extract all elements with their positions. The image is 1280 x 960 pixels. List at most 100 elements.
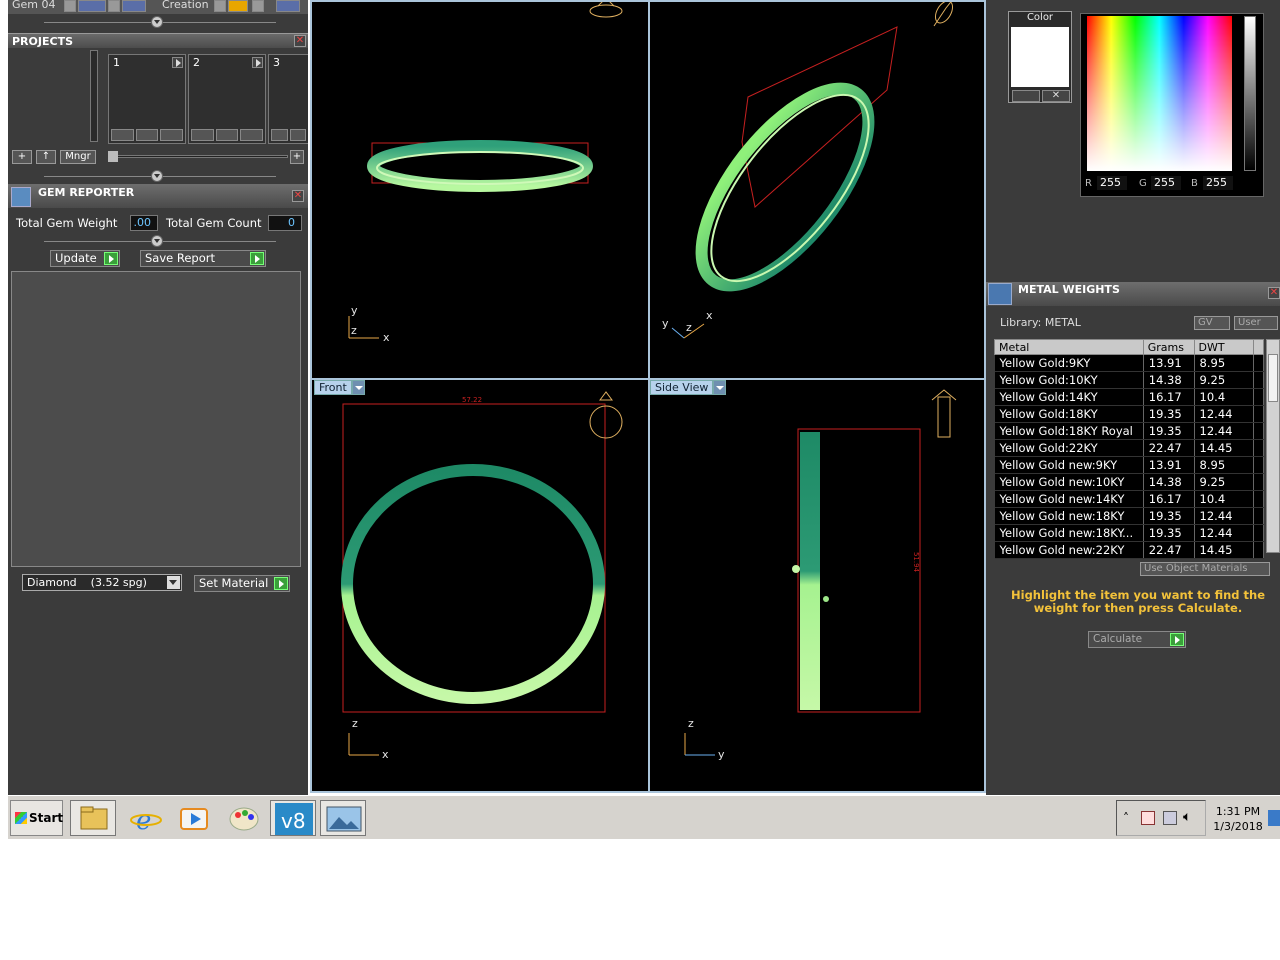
collapse-toggle[interactable] <box>151 235 163 247</box>
table-row[interactable]: Yellow Gold:22KY 22.47 14.45 <box>994 439 1264 457</box>
update-button[interactable]: Update <box>50 250 120 267</box>
delete-icon[interactable] <box>160 129 184 141</box>
viewport-divider[interactable] <box>648 2 650 793</box>
media-player-icon[interactable] <box>170 800 216 836</box>
save-report-button[interactable]: Save Report <box>140 250 266 267</box>
paint-icon[interactable] <box>220 800 266 836</box>
mngr-button[interactable]: Mngr <box>60 150 96 164</box>
zoom-in-button[interactable]: + <box>290 150 304 164</box>
hue-saturation-field[interactable] <box>1087 16 1232 171</box>
project-card-2[interactable]: 2 <box>188 54 266 144</box>
ring-model[interactable] <box>800 432 820 710</box>
brightness-slider[interactable] <box>1244 16 1256 171</box>
side-viewport[interactable] <box>684 389 957 756</box>
creation-info-button[interactable] <box>276 0 300 12</box>
projects-scrollbar[interactable] <box>90 50 98 142</box>
color-picker-icon[interactable] <box>1012 90 1040 102</box>
close-icon[interactable]: ✕ <box>294 35 306 47</box>
gem-info-button[interactable] <box>122 0 146 12</box>
file-explorer-icon[interactable] <box>70 800 116 836</box>
tab-side-view[interactable]: Side View <box>650 380 727 395</box>
tab-front[interactable]: Front <box>314 380 365 395</box>
play-icon[interactable] <box>172 57 183 68</box>
photo-viewer-icon[interactable] <box>320 800 366 836</box>
grams-cell: 14.38 <box>1143 473 1195 491</box>
color-spectrum[interactable]: R 255 G 255 B 255 <box>1080 13 1264 197</box>
top-left-viewport[interactable] <box>348 2 623 339</box>
table-row[interactable]: Yellow Gold:18KY Royal 19.35 12.44 <box>994 422 1264 440</box>
creation-slot-button[interactable] <box>228 0 248 12</box>
gem-lock-button[interactable] <box>108 0 120 12</box>
project-card-1[interactable]: 1 <box>108 54 186 144</box>
up-icon[interactable] <box>191 129 214 141</box>
table-row[interactable]: Yellow Gold new:9KY 13.91 8.95 <box>994 456 1264 474</box>
calculate-label: Calculate <box>1093 633 1143 645</box>
grams-cell: 22.47 <box>1143 541 1195 559</box>
column-header-dwt[interactable]: DWT <box>1193 339 1255 355</box>
creation-lock-button[interactable] <box>252 0 264 12</box>
creation-arrow-button[interactable] <box>214 0 226 12</box>
volume-icon[interactable]: 🔈︎ <box>1183 809 1191 825</box>
clock[interactable]: 1:31 PM 1/3/2018 <box>1208 804 1268 834</box>
collapse-toggle[interactable] <box>151 16 163 28</box>
clear-color-icon[interactable]: ✕ <box>1042 90 1070 102</box>
scrollbar-thumb[interactable] <box>1268 354 1278 402</box>
network-icon[interactable] <box>1163 811 1177 825</box>
close-icon[interactable]: ✕ <box>1268 287 1280 299</box>
up-icon[interactable] <box>111 129 134 141</box>
column-header-spacer <box>1253 339 1264 355</box>
upload-project-button[interactable]: ↑ <box>36 150 56 164</box>
material-select[interactable]: Diamond (3.52 spg) <box>22 574 182 591</box>
gem-slot-button[interactable] <box>78 0 106 12</box>
top-right-viewport[interactable] <box>671 2 956 339</box>
add-project-button[interactable]: + <box>12 150 32 164</box>
delete-icon[interactable] <box>240 129 264 141</box>
calculate-button[interactable]: Calculate <box>1088 631 1186 648</box>
r-value[interactable]: 255 <box>1097 176 1127 190</box>
start-button[interactable]: Start <box>10 800 63 836</box>
save-icon[interactable] <box>289 129 306 141</box>
gem-arrow-button[interactable] <box>64 0 76 12</box>
play-icon[interactable] <box>252 57 263 68</box>
viewport-divider[interactable] <box>312 378 986 380</box>
ring-model[interactable] <box>671 62 898 312</box>
collapse-toggle[interactable] <box>151 170 163 182</box>
table-row[interactable]: Yellow Gold:18KY 19.35 12.44 <box>994 405 1264 423</box>
use-object-materials-toggle[interactable]: Use Object Materials <box>1140 562 1270 576</box>
table-row[interactable]: Yellow Gold new:18KY 19.35 12.44 <box>994 507 1264 525</box>
user-toggle[interactable]: User <box>1234 316 1278 330</box>
g-value[interactable]: 255 <box>1151 176 1181 190</box>
table-row[interactable]: Yellow Gold new:10KY 14.38 9.25 <box>994 473 1264 491</box>
internet-explorer-icon[interactable]: e <box>122 800 168 836</box>
save-icon[interactable] <box>215 129 239 141</box>
projects-slider-thumb[interactable] <box>108 151 118 162</box>
chevron-down-icon[interactable] <box>351 380 365 395</box>
color-swatch[interactable] <box>1011 27 1069 87</box>
chevron-down-icon[interactable] <box>167 576 180 589</box>
front-viewport[interactable] <box>341 391 623 756</box>
table-row[interactable]: Yellow Gold:14KY 16.17 10.4 <box>994 388 1264 406</box>
show-desktop-button[interactable] <box>1268 810 1280 826</box>
table-row[interactable]: Yellow Gold new:22KY 22.47 14.45 <box>994 541 1264 559</box>
b-value[interactable]: 255 <box>1203 176 1233 190</box>
gv-toggle[interactable]: GV <box>1194 316 1230 330</box>
chevron-down-icon[interactable] <box>713 380 727 395</box>
metal-table-scrollbar[interactable] <box>1266 339 1280 553</box>
table-row[interactable]: Yellow Gold:9KY 13.91 8.95 <box>994 354 1264 372</box>
close-icon[interactable]: ✕ <box>292 190 304 202</box>
chevron-up-icon[interactable]: ˄ <box>1123 811 1129 825</box>
set-material-button[interactable]: Set Material <box>194 575 290 592</box>
save-icon[interactable] <box>135 129 159 141</box>
column-header-metal[interactable]: Metal <box>994 339 1144 355</box>
column-header-grams[interactable]: Grams <box>1142 339 1195 355</box>
action-center-icon[interactable] <box>1141 811 1155 825</box>
table-row[interactable]: Yellow Gold:10KY 14.38 9.25 <box>994 371 1264 389</box>
project-card-3[interactable]: 3 <box>268 54 308 144</box>
table-row[interactable]: Yellow Gold new:14KY 16.17 10.4 <box>994 490 1264 508</box>
table-row[interactable]: Yellow Gold new:18KY... 19.35 12.44 <box>994 524 1264 542</box>
ring-model[interactable] <box>341 464 605 704</box>
up-icon[interactable] <box>271 129 288 141</box>
matrix-v8-icon[interactable]: v8 <box>270 800 316 836</box>
viewport-area[interactable]: 57.22 51.94 y z x y z x Front Side View … <box>310 0 986 793</box>
projects-slider[interactable] <box>108 155 288 158</box>
